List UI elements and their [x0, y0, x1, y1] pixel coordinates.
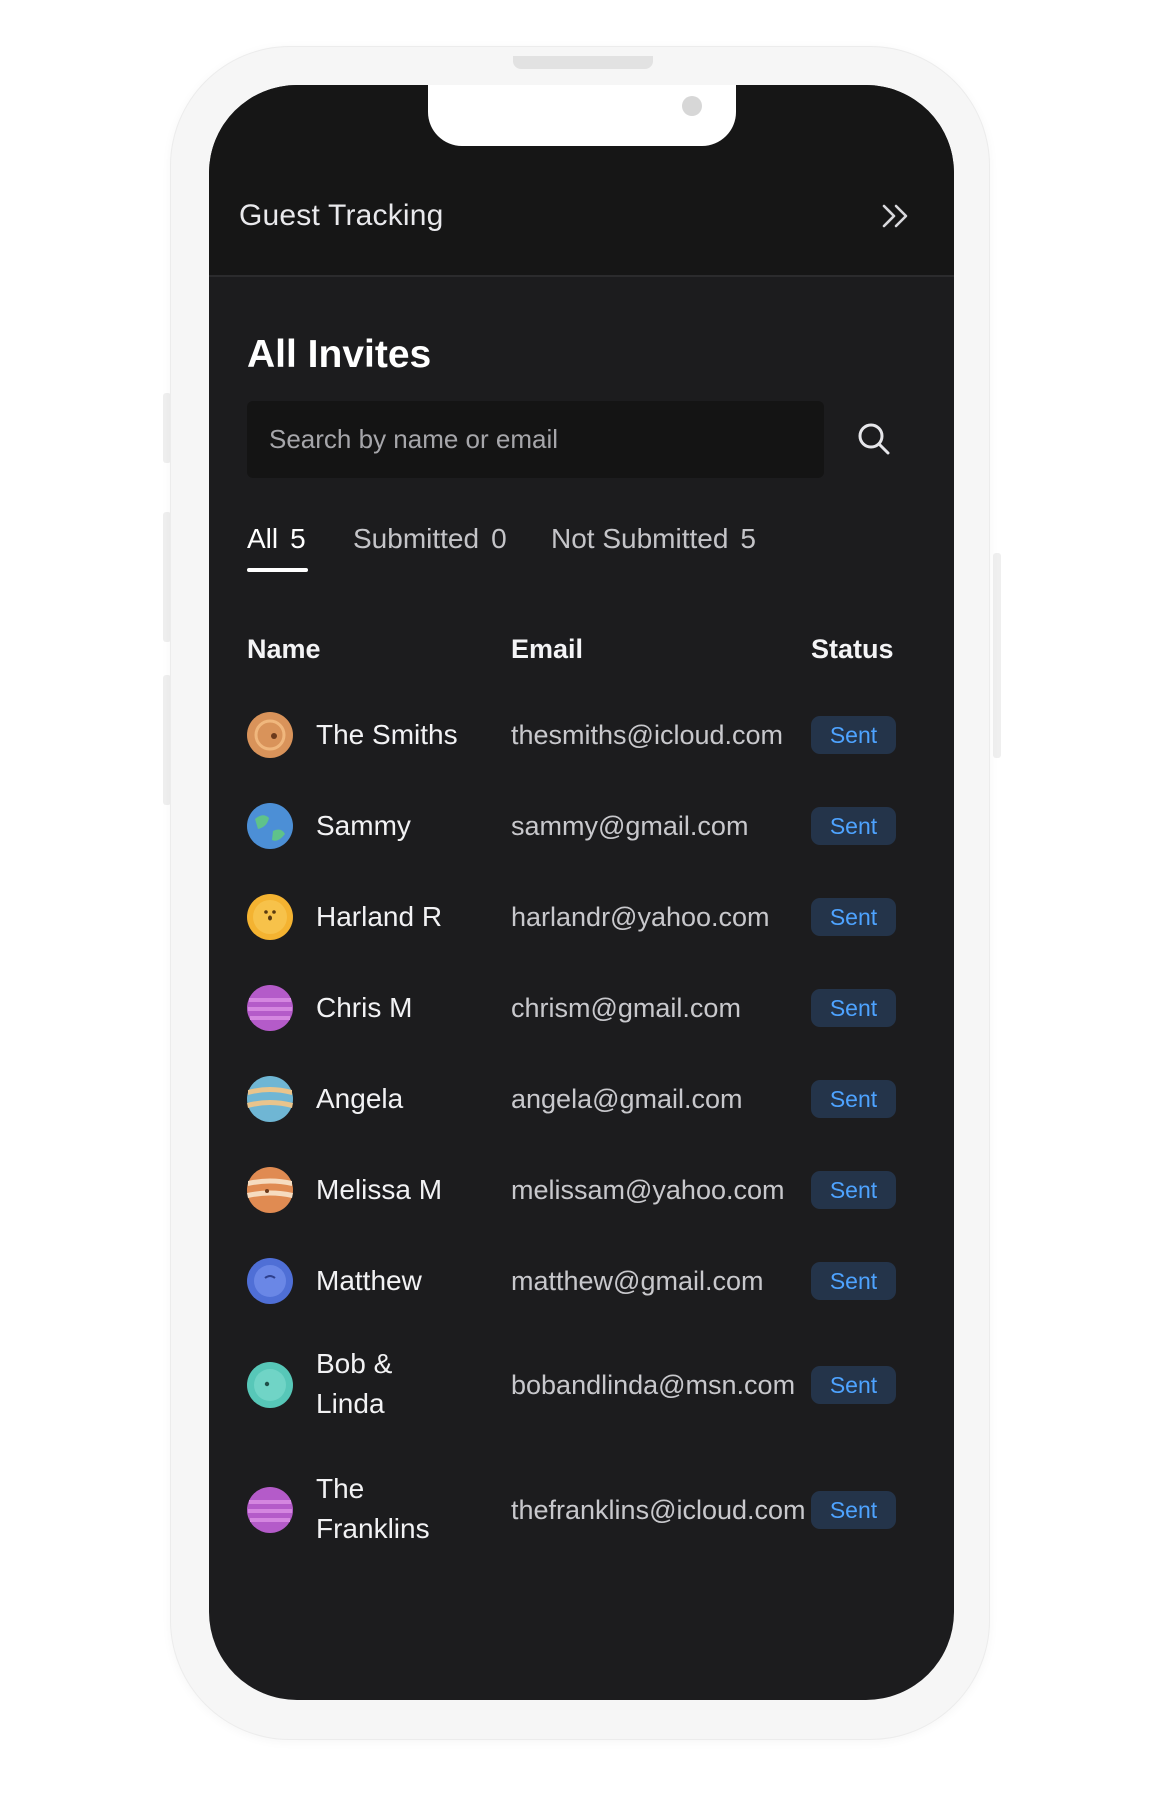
status-badge: Sent [811, 716, 896, 754]
tab-all[interactable]: All 5 [247, 523, 308, 572]
tab-count: 5 [290, 523, 306, 554]
guest-email: harlandr@yahoo.com [511, 902, 770, 932]
column-header-email: Email [511, 634, 584, 664]
guest-email: thesmiths@icloud.com [511, 720, 784, 750]
column-header-name: Name [247, 634, 321, 664]
guest-name: Chris M [316, 992, 413, 1023]
table-row[interactable]: Harland R harlandr@yahoo.com Sent [247, 887, 907, 947]
tab-count: 0 [491, 523, 507, 554]
table-row[interactable]: The Franklins thefranklins@icloud.com Se… [247, 1465, 907, 1555]
phone-notch [428, 85, 736, 146]
column-header-status: Status [811, 634, 894, 664]
device-mockup: Guest Tracking All Invites All 5 [0, 0, 1150, 1811]
table-row[interactable]: Bob & Linda bobandlinda@msn.com Sent [247, 1340, 907, 1430]
status-badge: Sent [811, 898, 896, 936]
guest-name: Harland R [316, 901, 443, 932]
purple-planet-icon [247, 1487, 293, 1533]
teal-planet-icon [247, 1362, 293, 1408]
search-icon[interactable] [854, 419, 894, 459]
guest-name: Angela [316, 1083, 404, 1114]
guest-email: matthew@gmail.com [511, 1266, 764, 1296]
earth-planet-icon [247, 803, 293, 849]
guest-name: The Franklins [316, 1473, 430, 1544]
status-badge: Sent [811, 1080, 896, 1118]
guest-email: melissam@yahoo.com [511, 1175, 785, 1205]
guest-name: Sammy [316, 810, 411, 841]
table-row[interactable]: Chris M chrism@gmail.com Sent [247, 978, 907, 1038]
table-row[interactable]: Melissa M melissam@yahoo.com Sent [247, 1160, 907, 1220]
guest-email: chrism@gmail.com [511, 993, 741, 1023]
status-badge: Sent [811, 1262, 896, 1300]
status-badge: Sent [811, 807, 896, 845]
guest-email: bobandlinda@msn.com [511, 1370, 796, 1400]
status-badge: Sent [811, 989, 896, 1027]
status-badge: Sent [811, 1171, 896, 1209]
search-input[interactable] [247, 401, 824, 478]
table-row[interactable]: The Smiths thesmiths@icloud.com Sent [247, 705, 907, 765]
app-title: Guest Tracking [239, 199, 444, 232]
table-row[interactable]: Sammy sammy@gmail.com Sent [247, 796, 907, 856]
table-row[interactable]: Angela angela@gmail.com Sent [247, 1069, 907, 1129]
guest-name: Bob & Linda [316, 1348, 393, 1419]
tab-count: 5 [740, 523, 756, 554]
guest-name: Matthew [316, 1265, 422, 1296]
striped-blue-planet-icon [247, 1076, 293, 1122]
purple-planet-icon [247, 985, 293, 1031]
tab-label: Submitted [353, 523, 480, 554]
tab-label: All [247, 523, 279, 554]
front-camera [682, 96, 702, 116]
speaker-bar [513, 56, 653, 69]
guest-email: sammy@gmail.com [511, 811, 749, 841]
guest-email: angela@gmail.com [511, 1084, 743, 1114]
active-tab-indicator [247, 568, 308, 572]
guest-email: thefranklins@icloud.com [511, 1495, 806, 1525]
guest-name: Melissa M [316, 1174, 443, 1205]
orange-planet-icon [247, 712, 293, 758]
tab-submitted[interactable]: Submitted 0 [353, 523, 507, 555]
tab-label: Not Submitted [551, 523, 729, 554]
blue-planet-icon [247, 1258, 293, 1304]
app-screen: Guest Tracking All Invites All 5 [209, 85, 954, 1700]
yellow-sun-icon [247, 894, 293, 940]
page-title: All Invites [247, 333, 432, 376]
power-button [993, 553, 1001, 758]
double-chevron-right-icon[interactable] [881, 203, 911, 229]
status-badge: Sent [811, 1491, 896, 1529]
jupiter-planet-icon [247, 1167, 293, 1213]
tab-not-submitted[interactable]: Not Submitted 5 [551, 523, 756, 555]
table-row[interactable]: Matthew matthew@gmail.com Sent [247, 1251, 907, 1311]
guest-name: The Smiths [316, 719, 458, 750]
status-badge: Sent [811, 1366, 896, 1404]
search-box [247, 401, 824, 478]
